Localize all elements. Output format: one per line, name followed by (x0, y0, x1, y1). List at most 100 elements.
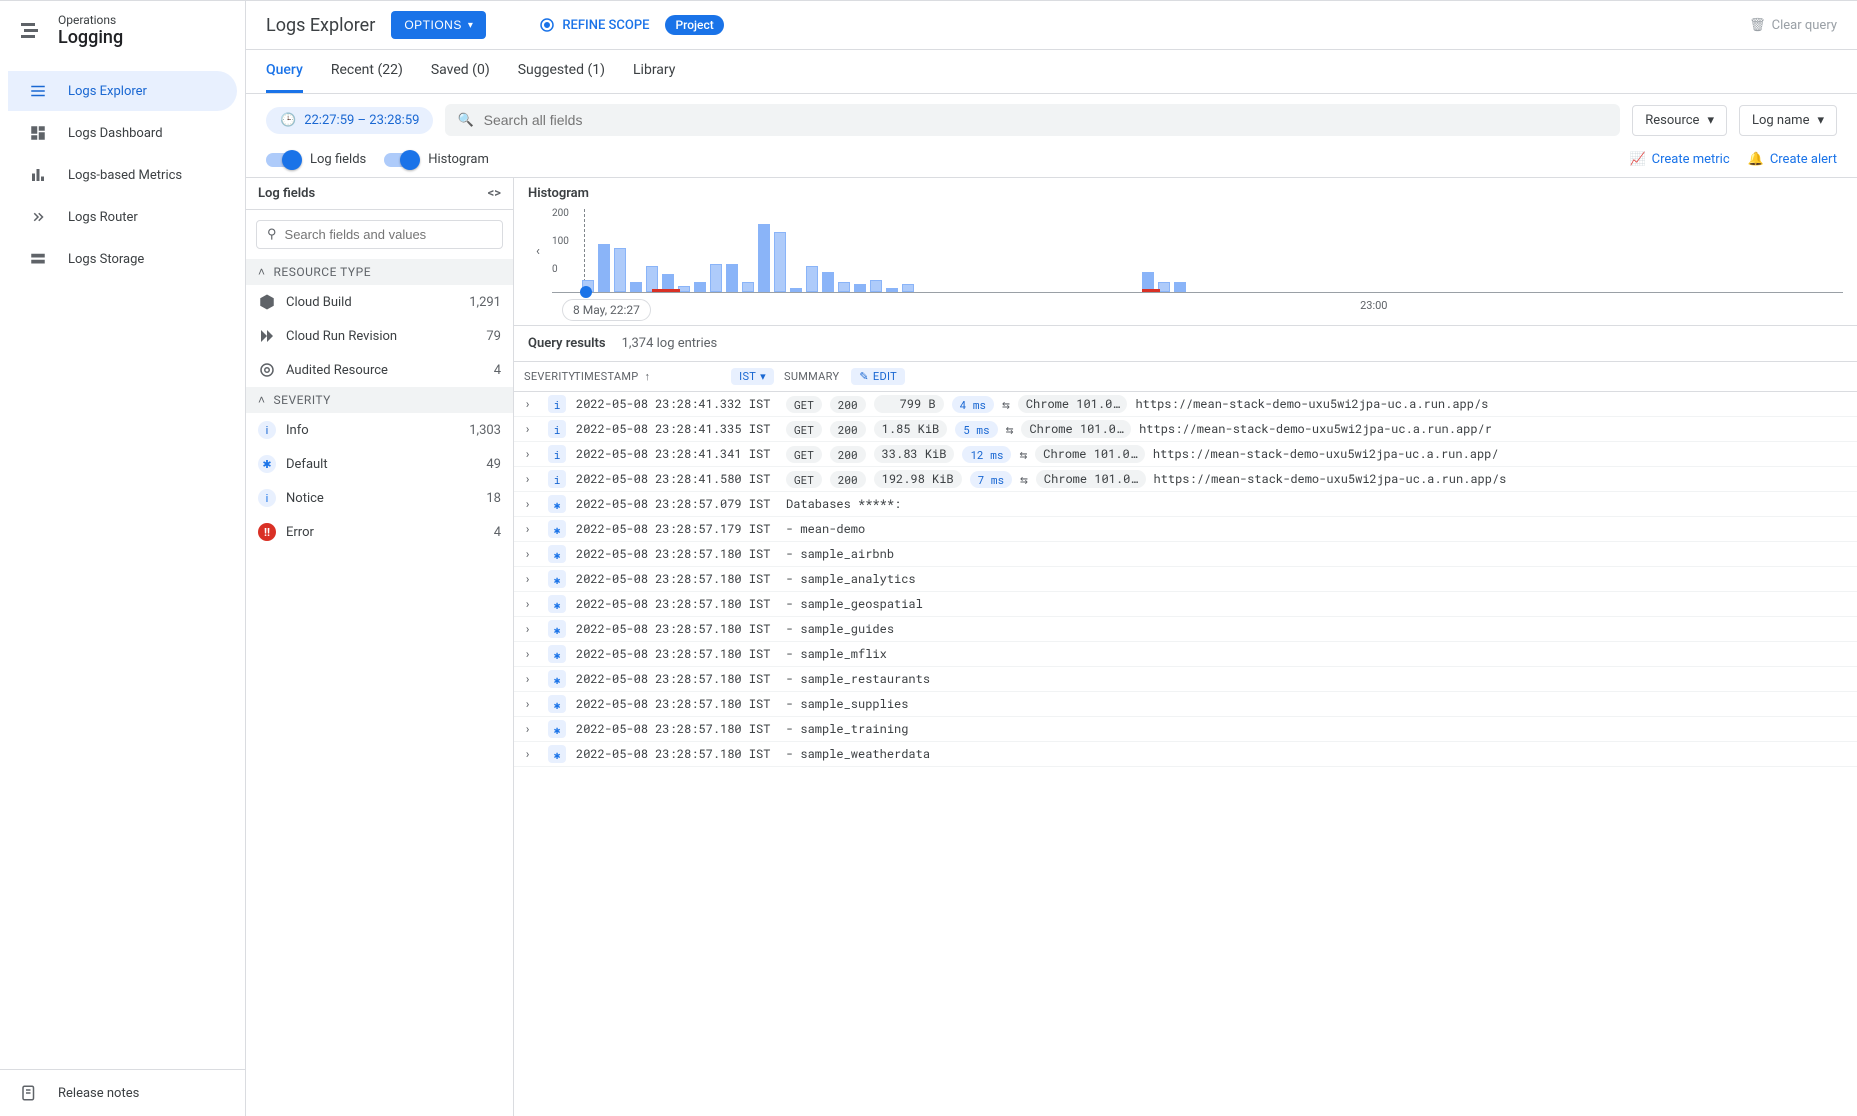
col-severity[interactable]: SEVERITY (524, 370, 564, 383)
log-row[interactable]: › i 2022-05-08 23:28:41.335 IST GET 200 … (514, 417, 1857, 442)
log-row[interactable]: › ✱ 2022-05-08 23:28:57.180 IST - sample… (514, 717, 1857, 742)
log-row[interactable]: › ✱ 2022-05-08 23:28:57.180 IST - sample… (514, 692, 1857, 717)
toggle-histogram[interactable]: Histogram (384, 152, 489, 167)
log-row[interactable]: › ✱ 2022-05-08 23:28:57.180 IST - sample… (514, 617, 1857, 642)
field-row-severity[interactable]: iNotice18 (246, 481, 513, 515)
expand-row-icon[interactable]: › (524, 596, 538, 612)
log-name-dropdown[interactable]: Log name ▾ (1739, 105, 1837, 136)
code-icon[interactable]: <> (488, 186, 501, 201)
histogram-bar[interactable] (710, 264, 722, 292)
histogram-bar[interactable] (854, 284, 866, 292)
edit-summary-button[interactable]: ✎EDIT (851, 368, 905, 385)
group-severity[interactable]: ˄ SEVERITY (246, 387, 513, 413)
histogram-bar[interactable] (598, 244, 610, 292)
scope-pill[interactable]: Project (665, 15, 723, 35)
histogram-bar[interactable] (870, 280, 882, 292)
log-row[interactable]: › ✱ 2022-05-08 23:28:57.180 IST - sample… (514, 742, 1857, 767)
sidebar-item-logs-storage[interactable]: Logs Storage (8, 239, 237, 279)
col-timestamp[interactable]: TIMESTAMP (574, 370, 639, 383)
sidebar-item-logs-router[interactable]: Logs Router (8, 197, 237, 237)
histogram-bar[interactable] (726, 264, 738, 292)
http-url: https://mean-stack-demo-uxu5wi2jpa-uc.a.… (1154, 471, 1507, 487)
tab-saved[interactable]: Saved (0) (431, 50, 490, 93)
expand-row-icon[interactable]: › (524, 696, 538, 712)
severity-default-icon: ✱ (548, 645, 566, 663)
timezone-dropdown[interactable]: IST▾ (731, 368, 774, 385)
expand-row-icon[interactable]: › (524, 446, 538, 462)
histogram-bar[interactable] (630, 282, 642, 292)
log-row[interactable]: › i 2022-05-08 23:28:41.332 IST GET 200 … (514, 392, 1857, 417)
log-row[interactable]: › ✱ 2022-05-08 23:28:57.180 IST - sample… (514, 642, 1857, 667)
log-row[interactable]: › ✱ 2022-05-08 23:28:57.180 IST - sample… (514, 542, 1857, 567)
create-metric-button[interactable]: 📈 Create metric (1629, 152, 1729, 167)
histogram-prev-button[interactable]: ‹ (528, 209, 548, 293)
field-row-severity[interactable]: ✱Default49 (246, 447, 513, 481)
tab-library[interactable]: Library (633, 50, 675, 93)
log-row[interactable]: › ✱ 2022-05-08 23:28:57.180 IST - sample… (514, 567, 1857, 592)
expand-row-icon[interactable]: › (524, 746, 538, 762)
histogram-chart[interactable]: 200 100 0 (552, 209, 1843, 293)
histogram-bar[interactable] (822, 272, 834, 292)
sort-asc-icon[interactable]: ↑ (645, 370, 651, 383)
create-alert-button[interactable]: 🔔 Create alert (1748, 152, 1837, 167)
histogram-bar[interactable] (694, 282, 706, 292)
trace-icon[interactable]: ⇆ (1006, 420, 1014, 438)
log-row[interactable]: › i 2022-05-08 23:28:41.341 IST GET 200 … (514, 442, 1857, 467)
histogram-bar[interactable] (742, 282, 754, 292)
field-row-severity[interactable]: !!Error4 (246, 515, 513, 549)
expand-row-icon[interactable]: › (524, 521, 538, 537)
log-row[interactable]: › ✱ 2022-05-08 23:28:57.180 IST - sample… (514, 667, 1857, 692)
expand-row-icon[interactable]: › (524, 646, 538, 662)
field-row-severity[interactable]: iInfo1,303 (246, 413, 513, 447)
http-latency-badge: 4 ms (952, 396, 994, 413)
histogram-bar[interactable] (790, 288, 802, 292)
histogram-bar[interactable] (614, 248, 626, 292)
field-row-resource[interactable]: Audited Resource4 (246, 353, 513, 387)
log-row[interactable]: › ✱ 2022-05-08 23:28:57.180 IST - sample… (514, 592, 1857, 617)
refine-scope-button[interactable]: REFINE SCOPE (538, 16, 649, 34)
tab-recent[interactable]: Recent (22) (331, 50, 403, 93)
log-row[interactable]: › ✱ 2022-05-08 23:28:57.079 IST Database… (514, 492, 1857, 517)
histogram-bar[interactable] (886, 288, 898, 292)
expand-row-icon[interactable]: › (524, 471, 538, 487)
trace-icon[interactable]: ⇆ (1020, 470, 1028, 488)
sidebar-item-logs-explorer[interactable]: Logs Explorer (8, 71, 237, 111)
toggle-switch-icon (384, 153, 418, 167)
search-all-fields[interactable]: 🔍 (445, 104, 1620, 136)
histogram-bar[interactable] (774, 232, 786, 292)
trace-icon[interactable]: ⇆ (1002, 395, 1010, 413)
release-notes-link[interactable]: Release notes (0, 1069, 245, 1116)
toggle-log-fields[interactable]: Log fields (266, 152, 366, 167)
tab-query[interactable]: Query (266, 50, 303, 93)
fields-search-input[interactable] (285, 227, 492, 242)
search-input[interactable] (484, 112, 1609, 128)
histogram-bar[interactable] (758, 224, 770, 292)
expand-row-icon[interactable]: › (524, 546, 538, 562)
expand-row-icon[interactable]: › (524, 396, 538, 412)
field-row-resource[interactable]: Cloud Build1,291 (246, 285, 513, 319)
expand-row-icon[interactable]: › (524, 496, 538, 512)
expand-row-icon[interactable]: › (524, 421, 538, 437)
sidebar-item-logs-metrics[interactable]: Logs-based Metrics (8, 155, 237, 195)
histogram-bar[interactable] (902, 284, 914, 292)
expand-row-icon[interactable]: › (524, 621, 538, 637)
log-row[interactable]: › i 2022-05-08 23:28:41.580 IST GET 200 … (514, 467, 1857, 492)
group-resource-type[interactable]: ˄ RESOURCE TYPE (246, 259, 513, 285)
options-button[interactable]: OPTIONS ▾ (391, 11, 486, 39)
col-summary[interactable]: SUMMARY (784, 370, 839, 383)
histogram-bar[interactable] (806, 266, 818, 292)
expand-row-icon[interactable]: › (524, 721, 538, 737)
expand-row-icon[interactable]: › (524, 671, 538, 687)
sidebar-item-logs-dashboard[interactable]: Logs Dashboard (8, 113, 237, 153)
histogram-bar[interactable] (838, 282, 850, 292)
tab-suggested[interactable]: Suggested (1) (518, 50, 605, 93)
trace-icon[interactable]: ⇆ (1019, 445, 1027, 463)
clear-query-button[interactable]: 🗑 Clear query (1749, 18, 1837, 33)
expand-row-icon[interactable]: › (524, 571, 538, 587)
field-row-resource[interactable]: Cloud Run Revision79 (246, 319, 513, 353)
histogram-bar[interactable] (1174, 282, 1186, 292)
resource-dropdown[interactable]: Resource ▾ (1632, 105, 1727, 136)
fields-search[interactable]: ⚲ (256, 220, 503, 249)
time-range-chip[interactable]: 🕒 22:27:59 – 23:28:59 (266, 107, 433, 134)
log-row[interactable]: › ✱ 2022-05-08 23:28:57.179 IST - mean-d… (514, 517, 1857, 542)
